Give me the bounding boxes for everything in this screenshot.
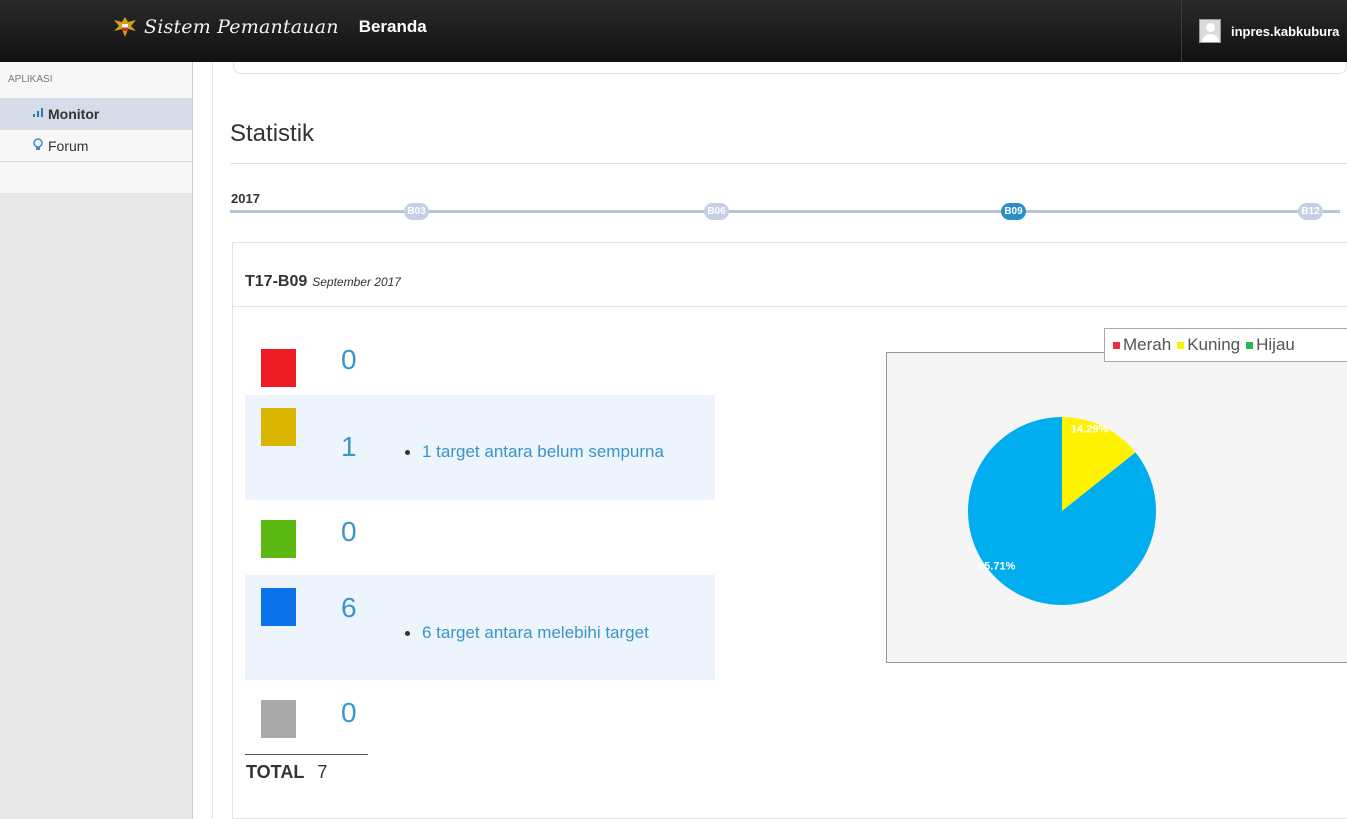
legend-item-hijau[interactable]: Hijau — [1246, 335, 1295, 355]
bullet — [405, 630, 410, 636]
status-count: 0 — [341, 697, 357, 728]
bar-chart-icon — [33, 107, 43, 120]
timeline-year: 2017 — [231, 191, 260, 206]
status-note-link[interactable]: 1 target antara belum sempurna — [422, 442, 664, 462]
page-heading: Statistik — [230, 120, 315, 147]
garuda-emblem-icon — [114, 17, 136, 37]
pie-slice-label-1: 85.71% — [978, 561, 1016, 573]
top-panel-edge — [233, 62, 1347, 74]
divider — [245, 754, 368, 755]
main-content: Statistik 2017 B03 B06 B09 B12 T17-B09 S… — [214, 62, 1347, 819]
top-navbar: Sistem Pemantauan Beranda inpres.kabkubu… — [0, 0, 1347, 62]
pie-chart: 14.29% 85.71% — [968, 417, 1156, 605]
username: inpres.kabkubura — [1231, 23, 1340, 39]
status-swatch — [261, 588, 296, 626]
timeline-node-b06[interactable]: B06 — [704, 203, 729, 220]
status-note-link[interactable]: 6 target antara melebihi target — [422, 623, 649, 643]
legend-label: Hijau — [1256, 335, 1295, 354]
brand[interactable]: Sistem Pemantauan Beranda — [112, 14, 427, 40]
status-swatch — [261, 520, 296, 558]
lightbulb-icon — [33, 137, 43, 154]
legend-item-merah[interactable]: Merah — [1113, 335, 1171, 355]
legend-label: Kuning — [1187, 335, 1241, 354]
period-date: September 2017 — [312, 275, 401, 289]
sidebar-heading: APLIKASI — [8, 74, 53, 85]
total-value: 7 — [317, 762, 328, 782]
user-menu[interactable]: inpres.kabkubura — [1181, 0, 1347, 62]
sidebar-item-forum[interactable]: Forum — [0, 130, 192, 162]
avatar — [1199, 19, 1221, 43]
status-swatch — [261, 700, 296, 738]
status-row-kuning: 1 1 target antara belum sempurna — [245, 395, 715, 500]
timeline: 2017 B03 B06 B09 B12 — [230, 182, 1347, 222]
sidebar-gutter — [193, 62, 213, 819]
status-count: 0 — [341, 516, 357, 547]
divider — [233, 306, 1347, 307]
legend-item-kuning[interactable]: Kuning — [1177, 335, 1240, 355]
total: TOTAL 7 — [246, 762, 327, 783]
period-code: T17-B09 — [245, 273, 308, 290]
timeline-node-b03[interactable]: B03 — [404, 203, 429, 220]
status-row-biru: 6 6 target antara melebihi target — [245, 575, 715, 680]
brand-title: Sistem Pemantauan — [144, 16, 339, 38]
status-count: 0 — [341, 344, 357, 375]
sidebar-item-label: Monitor — [48, 105, 100, 122]
status-row-merah: 0 — [245, 330, 715, 402]
status-note[interactable]: 1 target antara belum sempurna — [405, 442, 664, 462]
page-title[interactable]: Beranda — [359, 17, 427, 37]
chart-legend: Merah Kuning Hijau — [1104, 328, 1347, 362]
legend-swatch — [1177, 342, 1185, 350]
status-note[interactable]: 6 target antara melebihi target — [405, 623, 649, 643]
sidebar-item-monitor[interactable]: Monitor — [0, 98, 192, 130]
legend-swatch — [1113, 342, 1120, 350]
legend-swatch — [1246, 342, 1254, 350]
sidebar: APLIKASI Monitor Forum — [0, 62, 193, 819]
timeline-node-b12[interactable]: B12 — [1298, 203, 1323, 220]
pie-slice-label-0: 14.29% — [1071, 423, 1109, 435]
status-swatch — [261, 408, 296, 446]
status-count: 1 — [341, 431, 357, 462]
timeline-node-b09[interactable]: B09 — [1001, 203, 1026, 220]
status-row-hijau: 0 — [245, 501, 715, 573]
sidebar-menu: APLIKASI Monitor Forum — [0, 62, 192, 193]
bullet — [405, 449, 410, 455]
status-row-abu: 0 — [245, 680, 715, 752]
timeline-track — [230, 210, 1340, 213]
status-count: 6 — [341, 592, 357, 623]
status-swatch — [261, 349, 296, 387]
sidebar-item-label: Forum — [48, 137, 89, 154]
legend-label: Merah — [1123, 335, 1172, 354]
period-header: T17-B09 September 2017 — [245, 273, 401, 291]
divider — [230, 163, 1347, 164]
total-label: TOTAL — [246, 762, 305, 782]
